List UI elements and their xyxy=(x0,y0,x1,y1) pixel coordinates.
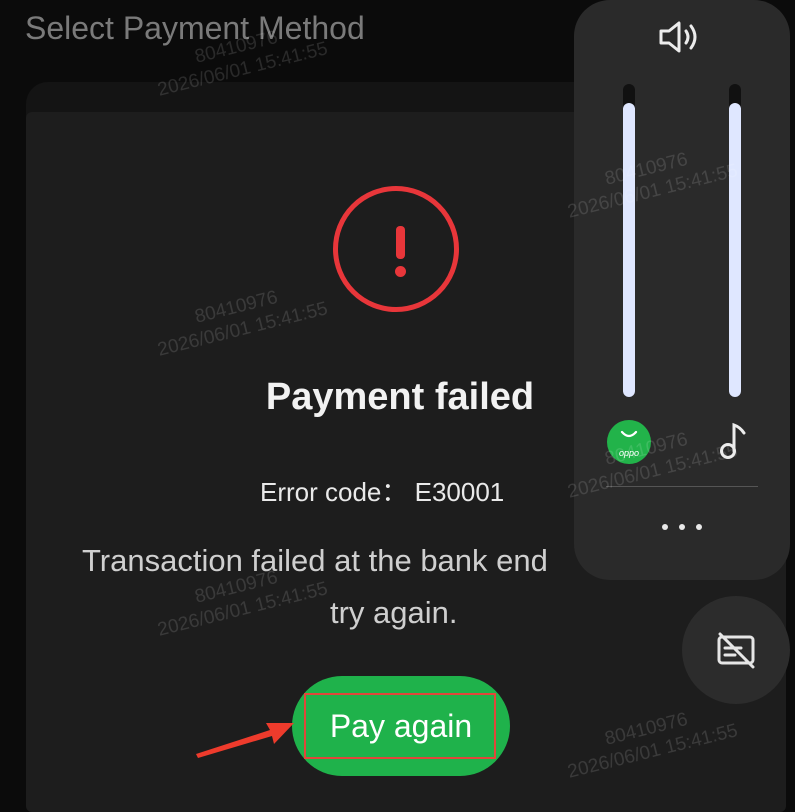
app-volume-fill xyxy=(623,103,635,397)
more-dot xyxy=(662,524,668,530)
subtitles-off-icon xyxy=(717,632,755,669)
music-note-icon[interactable] xyxy=(718,421,752,461)
annotation-arrow-icon xyxy=(196,723,294,758)
volume-panel xyxy=(574,0,790,580)
app-volume-slider[interactable] xyxy=(623,84,635,397)
media-volume-slider[interactable] xyxy=(729,84,741,397)
error-message-line1: Transaction failed at the bank end xyxy=(82,543,548,578)
speaker-volume-icon[interactable] xyxy=(657,20,705,54)
subtitles-toggle-button[interactable] xyxy=(682,596,790,704)
media-volume-fill xyxy=(729,103,741,397)
panel-divider xyxy=(606,486,758,487)
error-message-line2: try again. xyxy=(330,595,458,630)
error-icon-bar xyxy=(396,226,405,259)
oppo-app-label: oppo xyxy=(618,448,640,458)
more-dot xyxy=(679,524,685,530)
more-dots-icon[interactable] xyxy=(662,522,702,532)
error-code: Error code： E30001 xyxy=(260,477,505,507)
oppo-app-icon[interactable]: oppo xyxy=(607,420,651,464)
more-dot xyxy=(696,524,702,530)
shopping-bag-icon xyxy=(620,430,638,438)
highlight-box xyxy=(304,693,496,759)
error-icon-dot xyxy=(395,266,406,277)
page-title: Select Payment Method xyxy=(25,10,365,46)
